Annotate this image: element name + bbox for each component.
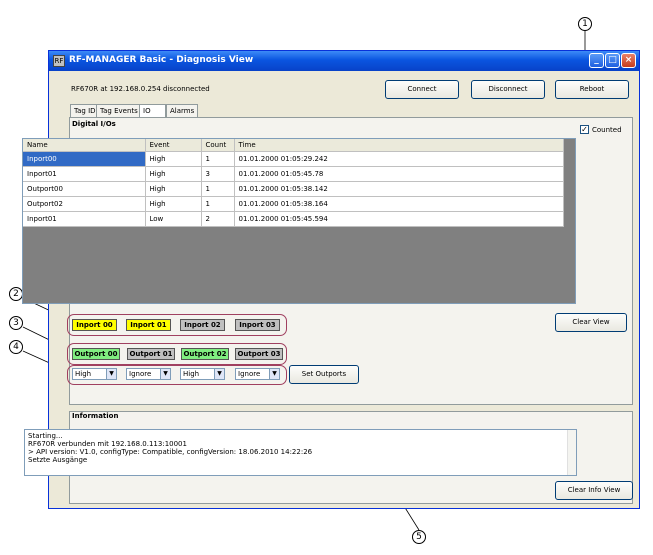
log-line: Starting... bbox=[28, 432, 63, 440]
outport-01-select-value: Ignore bbox=[129, 370, 152, 378]
cell-count: 2 bbox=[201, 211, 235, 227]
chevron-down-icon[interactable]: ▼ bbox=[214, 369, 224, 379]
cell-event: High bbox=[145, 196, 202, 212]
inport-01-indicator: Inport 01 bbox=[126, 319, 171, 331]
cell-time: 01.01.2000 01:05:38.164 bbox=[234, 196, 564, 212]
tab-alarms[interactable]: Alarms bbox=[166, 104, 199, 117]
reboot-button[interactable]: Reboot bbox=[555, 80, 629, 99]
outport-01-indicator: Outport 01 bbox=[127, 348, 175, 360]
cell-count: 3 bbox=[201, 166, 235, 182]
callout-2: 2 bbox=[9, 287, 23, 301]
outport-03-select[interactable]: Ignore ▼ bbox=[235, 368, 280, 380]
outport-00-select[interactable]: High ▼ bbox=[72, 368, 117, 380]
cell-time: 01.01.2000 01:05:38.142 bbox=[234, 181, 564, 197]
table-row[interactable]: Inport00 High 1 01.01.2000 01:05:29.242 bbox=[23, 151, 564, 167]
digital-io-title: Digital I/Os bbox=[72, 120, 116, 128]
maximize-button[interactable]: □ bbox=[605, 53, 620, 68]
minimize-button[interactable]: _ bbox=[589, 53, 604, 68]
cell-name: Outport02 bbox=[23, 196, 146, 212]
chevron-down-icon[interactable]: ▼ bbox=[160, 369, 170, 379]
inport-00-indicator: Inport 00 bbox=[72, 319, 117, 331]
io-event-grid[interactable]: Name Event Count Time Inport00 High 1 01… bbox=[22, 138, 576, 304]
inport-03-indicator: Inport 03 bbox=[235, 319, 280, 331]
log-line: > API version: V1.0, configType: Compati… bbox=[28, 448, 313, 456]
cell-name: Inport00 bbox=[23, 151, 146, 167]
outport-03-indicator: Outport 03 bbox=[235, 348, 283, 360]
information-log[interactable]: Starting... RF670R verbunden mit 192.168… bbox=[24, 429, 577, 476]
cell-time: 01.01.2000 01:05:45.78 bbox=[234, 166, 564, 182]
cell-count: 1 bbox=[201, 181, 235, 197]
outport-01-select[interactable]: Ignore ▼ bbox=[126, 368, 171, 380]
cell-event: High bbox=[145, 166, 202, 182]
outport-00-indicator: Outport 00 bbox=[72, 348, 120, 360]
cell-count: 1 bbox=[201, 151, 235, 167]
tab-io[interactable]: IO bbox=[139, 104, 166, 118]
cell-name: Inport01 bbox=[23, 211, 146, 227]
callout-1: 1 bbox=[578, 17, 592, 31]
cell-name: Inport01 bbox=[23, 166, 146, 182]
io-event-table: Name Event Count Time Inport00 High 1 01… bbox=[23, 139, 564, 227]
counted-checkbox[interactable]: ✓ bbox=[580, 125, 589, 134]
cell-name: Outport00 bbox=[23, 181, 146, 197]
disconnect-button[interactable]: Disconnect bbox=[471, 80, 545, 99]
outport-00-select-value: High bbox=[75, 370, 92, 378]
table-header-row: Name Event Count Time bbox=[23, 139, 564, 152]
column-header-event[interactable]: Event bbox=[145, 139, 202, 152]
log-scrollbar[interactable] bbox=[567, 430, 576, 475]
table-row[interactable]: Inport01 Low 2 01.01.2000 01:05:45.594 bbox=[23, 211, 564, 227]
title-bar[interactable]: RF RF-MANAGER Basic - Diagnosis View _ □… bbox=[49, 51, 639, 71]
outport-02-select-value: High bbox=[183, 370, 200, 378]
table-row[interactable]: Outport02 High 1 01.01.2000 01:05:38.164 bbox=[23, 196, 564, 212]
connection-status: RF670R at 192.168.0.254 disconnected bbox=[71, 85, 210, 93]
tab-tag-events[interactable]: Tag Events bbox=[96, 104, 142, 117]
table-row[interactable]: Outport00 High 1 01.01.2000 01:05:38.142 bbox=[23, 181, 564, 197]
callout-5: 5 bbox=[412, 530, 426, 544]
information-title: Information bbox=[72, 412, 119, 420]
column-header-time[interactable]: Time bbox=[234, 139, 564, 152]
connect-button[interactable]: Connect bbox=[385, 80, 459, 99]
outport-03-select-value: Ignore bbox=[238, 370, 261, 378]
chevron-down-icon[interactable]: ▼ bbox=[106, 369, 116, 379]
outport-02-indicator: Outport 02 bbox=[181, 348, 229, 360]
clear-info-view-button[interactable]: Clear Info View bbox=[555, 481, 633, 500]
close-button[interactable]: × bbox=[621, 53, 636, 68]
column-header-name[interactable]: Name bbox=[23, 139, 146, 152]
cell-event: High bbox=[145, 181, 202, 197]
window-title: RF-MANAGER Basic - Diagnosis View bbox=[69, 55, 254, 65]
cell-event: High bbox=[145, 151, 202, 167]
cell-count: 1 bbox=[201, 196, 235, 212]
set-outports-button[interactable]: Set Outports bbox=[289, 365, 359, 384]
inport-02-indicator: Inport 02 bbox=[180, 319, 225, 331]
callout-3: 3 bbox=[9, 316, 23, 330]
app-icon: RF bbox=[53, 55, 65, 67]
cell-event: Low bbox=[145, 211, 202, 227]
clear-view-button[interactable]: Clear View bbox=[555, 313, 627, 332]
counted-label: Counted bbox=[592, 126, 622, 134]
cell-time: 01.01.2000 01:05:29.242 bbox=[234, 151, 564, 167]
callout-4: 4 bbox=[9, 340, 23, 354]
table-row[interactable]: Inport01 High 3 01.01.2000 01:05:45.78 bbox=[23, 166, 564, 182]
chevron-down-icon[interactable]: ▼ bbox=[269, 369, 279, 379]
log-line: Setzte Ausgänge bbox=[28, 456, 88, 464]
cell-time: 01.01.2000 01:05:45.594 bbox=[234, 211, 564, 227]
log-line: RF670R verbunden mit 192.168.0.113:10001 bbox=[28, 440, 187, 448]
column-header-count[interactable]: Count bbox=[201, 139, 235, 152]
outport-02-select[interactable]: High ▼ bbox=[180, 368, 225, 380]
